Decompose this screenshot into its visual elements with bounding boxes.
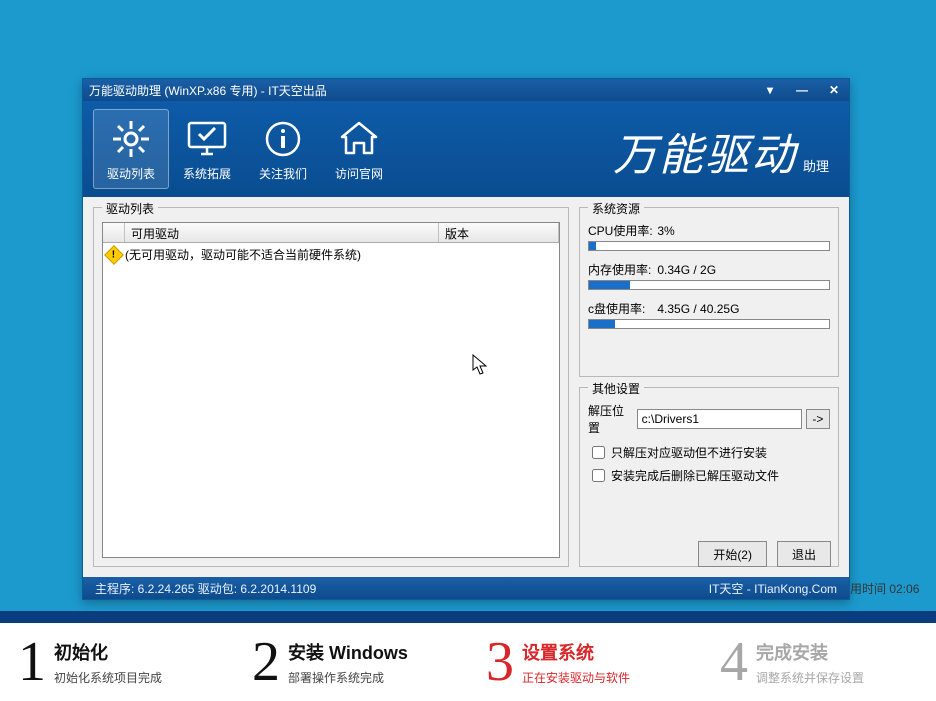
gear-icon bbox=[109, 117, 153, 161]
resources-group: 系统资源 CPU使用率: 3% 内存使用率: 0.34G / 2G c盘使用率:… bbox=[579, 207, 839, 377]
step-2: 2 安装 Windows 部署操作系统完成 bbox=[234, 623, 468, 701]
brand-sub-text: 助理 bbox=[803, 156, 829, 175]
statusbar: 主程序: 6.2.24.265 驱动包: 6.2.2014.1109 IT天空 … bbox=[83, 577, 849, 599]
col-name-header[interactable]: 可用驱动 bbox=[125, 223, 439, 242]
group-title: 驱动列表 bbox=[102, 200, 158, 217]
step-3: 3 设置系统 正在安装驱动与软件 bbox=[468, 623, 702, 701]
step-title: 设置系统 bbox=[522, 639, 630, 665]
disk-value: 4.35G / 40.25G bbox=[657, 302, 739, 316]
group-title: 系统资源 bbox=[588, 200, 644, 217]
driver-table[interactable]: 可用驱动 版本 ! (无可用驱动，驱动可能不适合当前硬件系统) bbox=[102, 222, 560, 558]
monitor-check-icon bbox=[185, 117, 229, 161]
tab-label: 访问官网 bbox=[335, 165, 383, 182]
step-number: 4 bbox=[720, 634, 748, 690]
check-label: 只解压对应驱动但不进行安装 bbox=[611, 444, 767, 461]
left-panel: 驱动列表 可用驱动 版本 ! (无可用驱动，驱动可能不适合当前硬件系统) bbox=[93, 207, 569, 567]
window-controls: ▾ — ✕ bbox=[761, 83, 843, 97]
step-number: 1 bbox=[18, 634, 46, 690]
step-number: 2 bbox=[252, 634, 280, 690]
cpu-value: 3% bbox=[657, 224, 674, 238]
exit-button[interactable]: 退出 bbox=[777, 541, 831, 567]
tab-label: 系统拓展 bbox=[183, 165, 231, 182]
step-subtitle: 初始化系统项目完成 bbox=[54, 669, 162, 686]
minimize-button[interactable]: — bbox=[793, 83, 811, 97]
cpu-progress bbox=[588, 241, 830, 251]
table-header: 可用驱动 版本 bbox=[103, 223, 559, 243]
close-button[interactable]: ✕ bbox=[825, 83, 843, 97]
timer-label: 用时间 bbox=[850, 582, 886, 596]
disk-row: c盘使用率: 4.35G / 40.25G bbox=[588, 300, 830, 317]
pin-button[interactable]: ▾ bbox=[761, 83, 779, 97]
check-label: 安装完成后删除已解压驱动文件 bbox=[611, 467, 779, 484]
stepper-strip bbox=[0, 611, 936, 623]
step-title: 安装 Windows bbox=[288, 639, 408, 665]
action-buttons: 开始(2) 退出 bbox=[698, 541, 831, 567]
brand-main-text: 万能驱动 bbox=[613, 119, 797, 183]
step-1: 1 初始化 初始化系统项目完成 bbox=[0, 623, 234, 701]
disk-label: c盘使用率: bbox=[588, 300, 654, 317]
driver-list-group: 驱动列表 可用驱动 版本 ! (无可用驱动，驱动可能不适合当前硬件系统) bbox=[93, 207, 569, 567]
steps-row: 1 初始化 初始化系统项目完成 2 安装 Windows 部署操作系统完成 3 … bbox=[0, 623, 936, 701]
group-title: 其他设置 bbox=[588, 380, 644, 397]
step-number: 3 bbox=[486, 634, 514, 690]
cpu-progress-fill bbox=[589, 242, 596, 250]
status-right: IT天空 - ITianKong.Com bbox=[709, 580, 837, 597]
tab-driver-list[interactable]: 驱动列表 bbox=[93, 109, 169, 189]
tab-visit-site[interactable]: 访问官网 bbox=[321, 109, 397, 189]
brand-logo: 万能驱动 助理 bbox=[613, 119, 829, 183]
other-settings-group: 其他设置 解压位置 -> 只解压对应驱动但不进行安装 安装完成后删除已解压驱动文… bbox=[579, 387, 839, 567]
home-icon bbox=[337, 117, 381, 161]
app-window: 万能驱动助理 (WinXP.x86 专用) - IT天空出品 ▾ — ✕ 驱动列… bbox=[82, 78, 850, 600]
step-subtitle: 部署操作系统完成 bbox=[288, 669, 408, 686]
extract-only-checkbox[interactable] bbox=[592, 446, 605, 459]
col-version-header[interactable]: 版本 bbox=[439, 223, 559, 242]
client-area: 驱动列表 可用驱动 版本 ! (无可用驱动，驱动可能不适合当前硬件系统) 系统资… bbox=[83, 197, 849, 577]
tab-system-ext[interactable]: 系统拓展 bbox=[169, 109, 245, 189]
step-subtitle: 正在安装驱动与软件 bbox=[522, 669, 630, 686]
step-title: 初始化 bbox=[54, 639, 162, 665]
elapsed-timer: 用时间 02:06 bbox=[850, 580, 932, 597]
disk-progress-fill bbox=[589, 320, 615, 328]
mem-value: 0.34G / 2G bbox=[657, 263, 716, 277]
mem-label: 内存使用率: bbox=[588, 261, 654, 278]
extract-path-input[interactable] bbox=[637, 409, 802, 429]
tab-label: 关注我们 bbox=[259, 165, 307, 182]
titlebar: 万能驱动助理 (WinXP.x86 专用) - IT天空出品 ▾ — ✕ bbox=[83, 79, 849, 101]
extract-path-row: 解压位置 -> bbox=[588, 402, 830, 436]
progress-stepper: 1 初始化 初始化系统项目完成 2 安装 Windows 部署操作系统完成 3 … bbox=[0, 611, 936, 701]
mem-row: 内存使用率: 0.34G / 2G bbox=[588, 261, 830, 278]
step-4: 4 完成安装 调整系统并保存设置 bbox=[702, 623, 936, 701]
timer-value: 02:06 bbox=[889, 582, 919, 596]
extract-only-row[interactable]: 只解压对应驱动但不进行安装 bbox=[588, 444, 830, 461]
mem-progress bbox=[588, 280, 830, 290]
warning-icon: ! bbox=[104, 245, 124, 265]
delete-after-row[interactable]: 安装完成后删除已解压驱动文件 bbox=[588, 467, 830, 484]
row-text: (无可用驱动，驱动可能不适合当前硬件系统) bbox=[125, 246, 361, 263]
info-icon bbox=[261, 117, 305, 161]
toolbar: 驱动列表 系统拓展 关注我们 访问官网 万能驱动 助理 bbox=[83, 101, 849, 197]
cpu-row: CPU使用率: 3% bbox=[588, 222, 830, 239]
step-subtitle: 调整系统并保存设置 bbox=[756, 669, 864, 686]
col-icon[interactable] bbox=[103, 223, 125, 242]
cpu-label: CPU使用率: bbox=[588, 222, 654, 239]
step-title: 完成安装 bbox=[756, 639, 864, 665]
start-button[interactable]: 开始(2) bbox=[698, 541, 767, 567]
browse-button[interactable]: -> bbox=[806, 409, 830, 429]
table-row[interactable]: ! (无可用驱动，驱动可能不适合当前硬件系统) bbox=[103, 243, 559, 266]
right-panel: 系统资源 CPU使用率: 3% 内存使用率: 0.34G / 2G c盘使用率:… bbox=[579, 207, 839, 567]
delete-after-checkbox[interactable] bbox=[592, 469, 605, 482]
mem-progress-fill bbox=[589, 281, 630, 289]
tab-follow-us[interactable]: 关注我们 bbox=[245, 109, 321, 189]
disk-progress bbox=[588, 319, 830, 329]
path-label: 解压位置 bbox=[588, 402, 633, 436]
window-title: 万能驱动助理 (WinXP.x86 专用) - IT天空出品 bbox=[89, 82, 761, 99]
tab-label: 驱动列表 bbox=[107, 165, 155, 182]
status-left: 主程序: 6.2.24.265 驱动包: 6.2.2014.1109 bbox=[95, 580, 316, 597]
